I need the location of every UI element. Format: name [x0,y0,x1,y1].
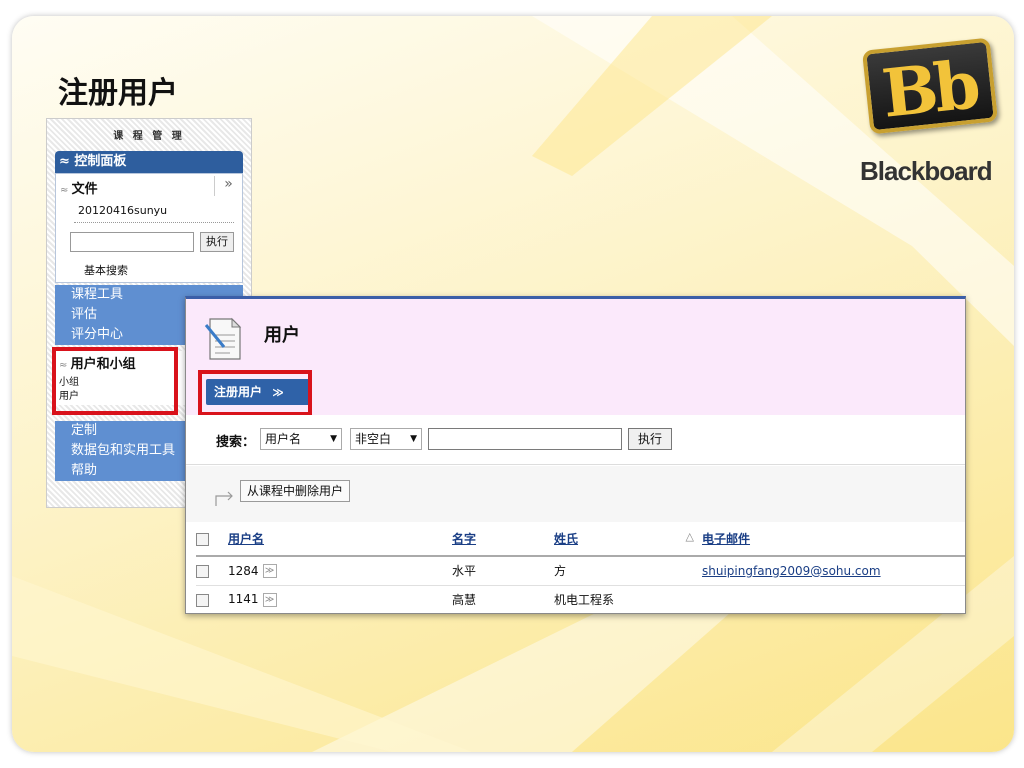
search-field-select[interactable]: 用户名 ▼ [260,428,342,450]
users-panel-header: 用户 注册用户 ≫ [186,299,965,416]
users-table: 用户名 名字 姓氏 △ 电子邮件 1284 ≫ 水平 方 shuipingfang… [196,522,965,613]
logo-letters: Bb [878,45,981,133]
select-arrow-icon [215,491,233,506]
column-firstname[interactable]: 名字 [452,522,554,557]
blackboard-logo: Bb Blackboard [860,36,1010,186]
highlight-box [198,370,312,416]
dropdown-arrow-icon: ▼ [410,434,417,444]
row-checkbox[interactable] [196,564,209,578]
logo-wordmark: Blackboard [860,156,993,186]
chevron-down-icon[interactable]: ≫ [262,564,277,578]
remove-users-button[interactable]: 从课程中删除用户 [240,480,351,502]
collapse-icon: ≈ [60,185,72,196]
username-value: 1284 [228,563,259,578]
document-icon [204,317,242,360]
lastname-cell: 机电工程系 [554,585,702,613]
files-panel: ≈ 文件 » 20120416sunyu 执行 基本搜索 [55,173,243,283]
course-menu-header: 课 程 管 理 [113,131,185,142]
search-operator-select[interactable]: 非空白 ▼ [350,428,422,450]
search-bar: 搜索： 用户名 ▼ 非空白 ▼ 执行 [186,415,965,465]
highlight-box [52,347,178,415]
row-checkbox[interactable] [196,593,209,607]
files-label: 文件 [71,182,98,197]
select-all-checkbox[interactable] [196,532,209,546]
page-title: 用户 [264,325,300,346]
row-checkbox-cell [196,556,228,586]
email-cell [702,585,965,613]
search-go-button[interactable]: 执行 [628,428,672,450]
firstname-cell: 水平 [452,556,554,586]
dropdown-arrow-icon: ▼ [330,434,337,444]
sort-ascending-icon: △ [685,530,694,543]
collapse-icon: ≈ [59,154,75,169]
username-cell: 1141 ≫ [228,585,452,613]
table-row: 1141 ≫ 高慧 机电工程系 [196,585,965,613]
logo-badge: Bb [861,37,999,135]
username-value: 1141 [228,592,259,607]
control-panel-label: 控制面板 [74,154,127,169]
table-header-row: 用户名 名字 姓氏 △ 电子邮件 [196,522,965,557]
firstname-cell: 高慧 [452,585,554,613]
column-lastname-label: 姓氏 [554,532,579,546]
expand-icon[interactable]: » [214,176,242,196]
files-header[interactable]: ≈ 文件 [60,178,98,197]
slide-title: 注册用户 [58,76,178,111]
files-search-input[interactable] [70,232,194,252]
lastname-cell: 方 [554,556,702,586]
username-cell: 1284 ≫ [228,556,452,586]
files-go-button[interactable]: 执行 [200,232,234,252]
action-bar: 从课程中删除用户 [186,466,965,522]
select-all-cell [196,522,228,557]
search-label: 搜索： [216,435,256,450]
row-checkbox-cell [196,585,228,613]
divider [74,222,234,223]
column-lastname[interactable]: 姓氏 △ [554,522,702,557]
control-panel-header[interactable]: ≈ 控制面板 [55,151,243,173]
email-link[interactable]: shuipingfang2009@sohu.com [702,564,881,578]
basic-search-link[interactable]: 基本搜索 [84,262,128,278]
users-panel: 用户 注册用户 ≫ 搜索： 用户名 ▼ 非空白 ▼ 执行 从课程中删除用户 用户名 … [185,296,966,614]
search-field-value: 用户名 [265,432,302,446]
search-operator-value: 非空白 [355,432,392,446]
search-input[interactable] [428,428,622,450]
column-username[interactable]: 用户名 [228,522,452,557]
email-cell: shuipingfang2009@sohu.com [702,556,965,586]
files-item[interactable]: 20120416sunyu [78,204,167,217]
table-row: 1284 ≫ 水平 方 shuipingfang2009@sohu.com [196,556,965,586]
chevron-down-icon[interactable]: ≫ [262,592,277,607]
column-email[interactable]: 电子邮件 [702,522,965,557]
